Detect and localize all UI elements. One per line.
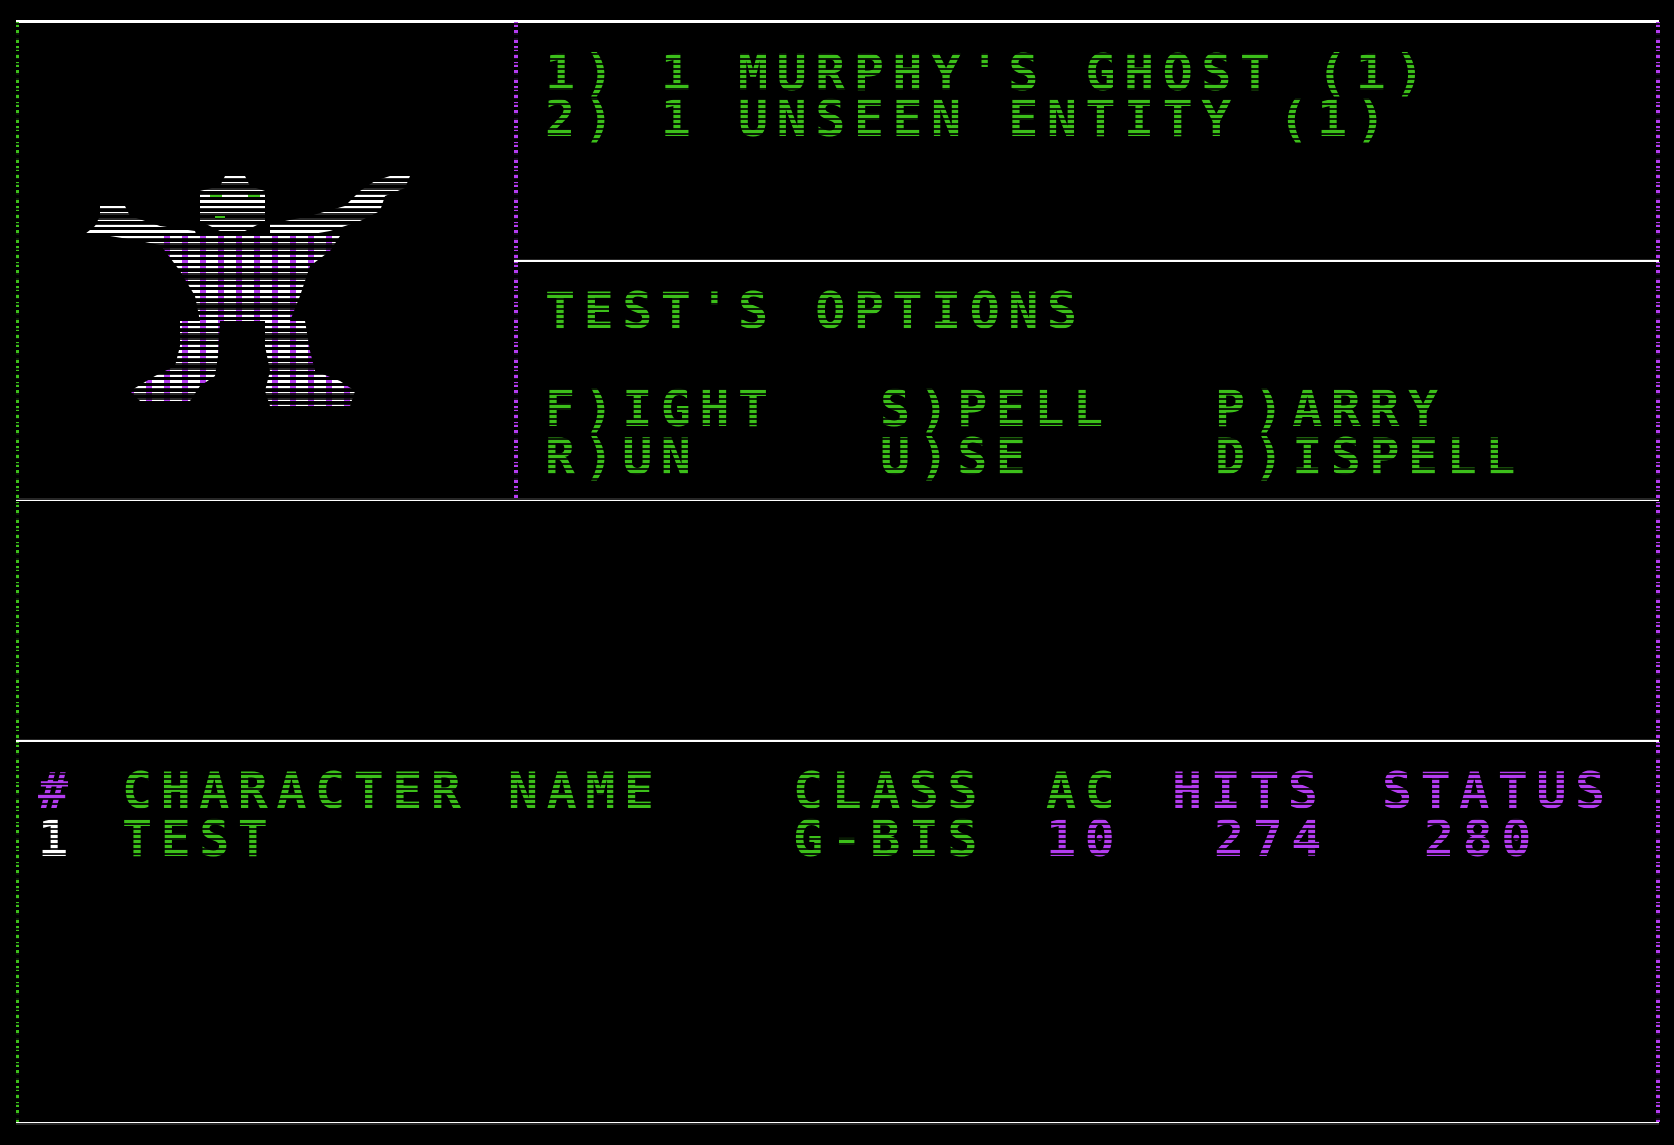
party-row-class: G-BIS [793, 810, 987, 868]
party-row-number[interactable]: 1 [38, 814, 77, 864]
frame-top-border [16, 20, 1659, 23]
use-option[interactable]: U)SE [880, 432, 1035, 482]
game-screen: 1) 1 MURPHY'S GHOST (1) 2) 1 UNSEEN ENTI… [0, 0, 1674, 1145]
dispell-option[interactable]: D)ISPELL [1215, 432, 1524, 482]
frame-party-border [16, 739, 1659, 742]
party-row-status: 280 [1424, 810, 1540, 868]
frame-divider-vertical [514, 22, 518, 498]
options-title: TEST'S OPTIONS [545, 282, 1086, 340]
party-header-hits: HITS [1172, 762, 1327, 820]
fight-option[interactable]: F)IGHT [545, 384, 777, 434]
party-header-number: # [38, 762, 77, 820]
parry-option[interactable]: P)ARRY [1215, 384, 1447, 434]
monster-group-2: 2) 1 UNSEEN ENTITY (1) [545, 90, 1395, 148]
party-header-name: CHARACTER NAME [122, 762, 663, 820]
frame-left-border [16, 22, 19, 1122]
frame-middle-border [16, 498, 1659, 501]
party-row-hits: 274 [1214, 810, 1330, 868]
party-header-class: CLASS [793, 762, 987, 820]
frame-bottom-border [16, 1122, 1659, 1125]
party-row-ac: 10 [1046, 810, 1124, 868]
ghost-icon [85, 176, 410, 406]
party-header-status: STATUS [1382, 762, 1614, 820]
scanline-overlay [0, 0, 1674, 1145]
party-row-name[interactable]: TEST [122, 814, 277, 864]
options-top-border [514, 259, 1659, 262]
party-header-ac: AC [1046, 762, 1124, 820]
spell-option[interactable]: S)PELL [880, 384, 1112, 434]
frame-right-border [1656, 22, 1660, 1122]
run-option[interactable]: R)UN [545, 432, 700, 482]
